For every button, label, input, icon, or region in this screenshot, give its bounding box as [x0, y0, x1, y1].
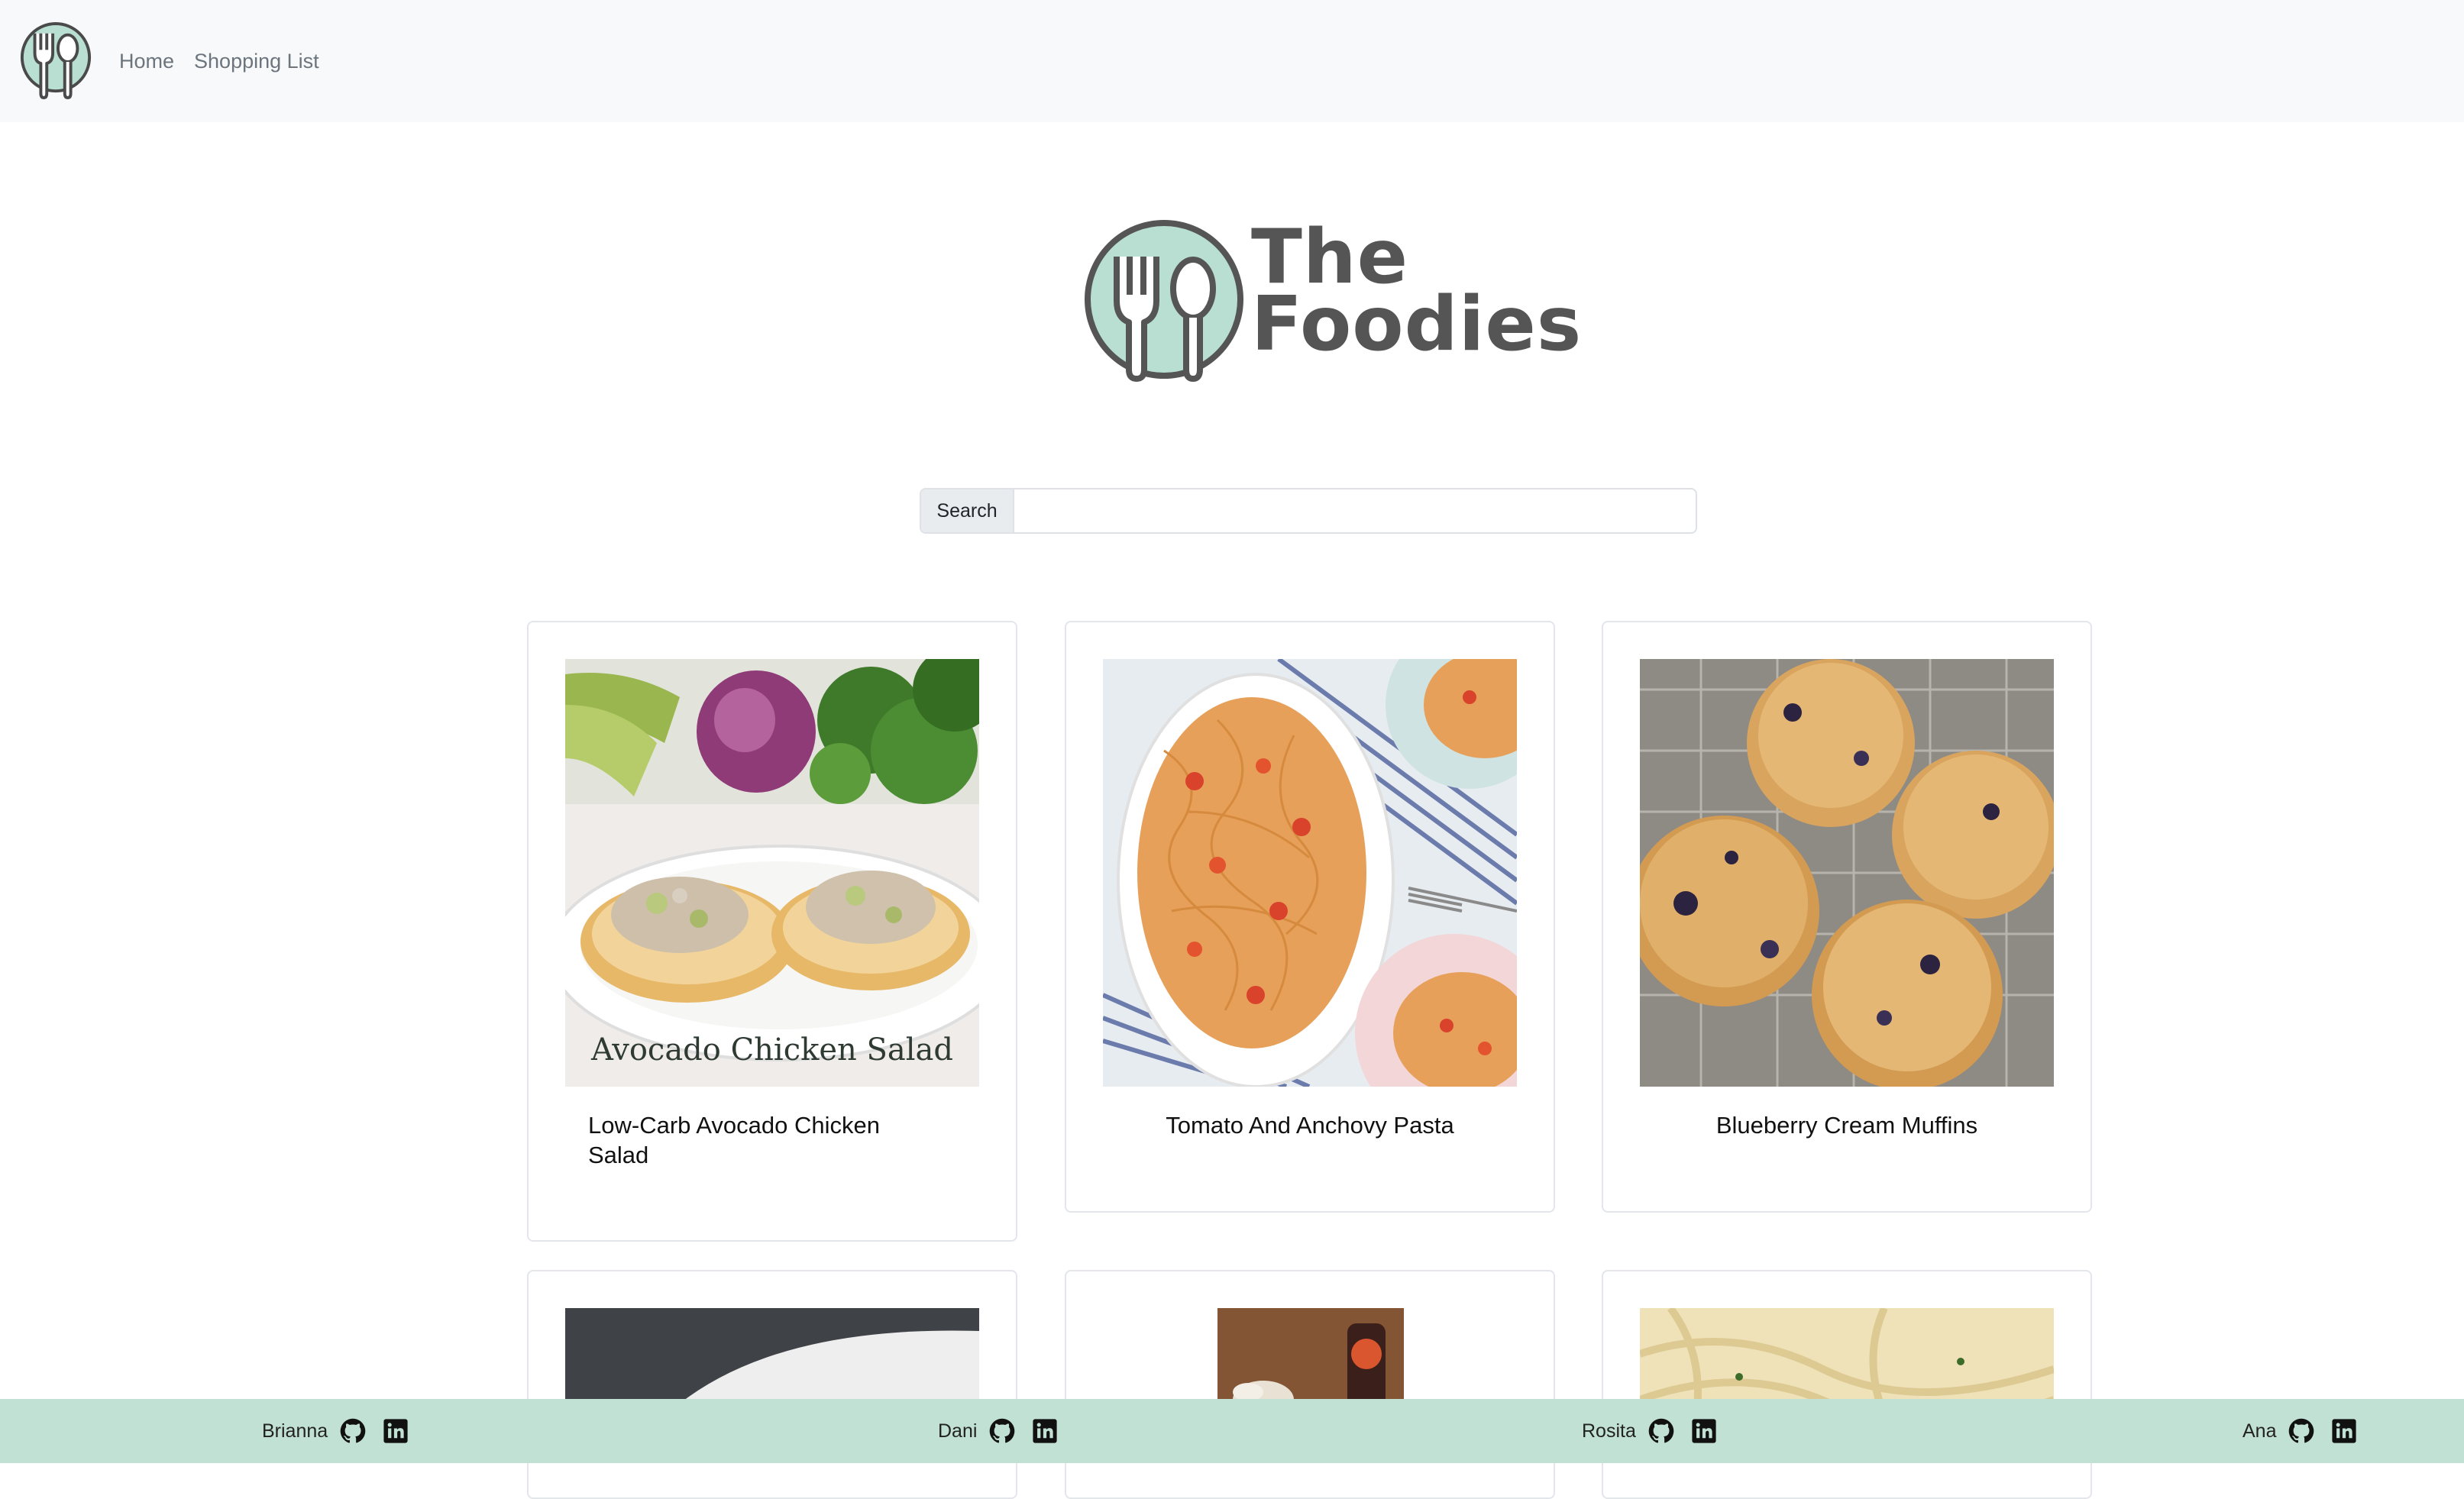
image-caption: Avocado Chicken Salad: [590, 1032, 953, 1068]
navbar: Home Shopping List: [0, 0, 2464, 122]
member-name: Rosita: [1582, 1420, 1636, 1442]
recipe-card[interactable]: Blueberry Cream Muffins: [1602, 621, 2092, 1213]
footer-member-dani: Dani: [938, 1399, 1058, 1463]
footer-member-ana: Ana: [2242, 1399, 2357, 1463]
recipe-title[interactable]: Tomato And Anchovy Pasta: [1066, 1111, 1554, 1141]
search-group: Search: [920, 488, 1697, 534]
fork-spoon-plate-icon: [1085, 220, 1243, 382]
linkedin-icon[interactable]: [1032, 1418, 1058, 1444]
linkedin-icon[interactable]: [383, 1418, 409, 1444]
recipe-image-tomato-anchovy-pasta[interactable]: [1103, 659, 1517, 1087]
footer-member-rosita: Rosita: [1582, 1399, 1717, 1463]
nav-link-shopping-list[interactable]: Shopping List: [194, 50, 319, 73]
nav-link-home[interactable]: Home: [119, 50, 174, 73]
github-icon[interactable]: [1648, 1418, 1674, 1444]
linkedin-icon[interactable]: [1691, 1418, 1717, 1444]
fork-spoon-plate-icon[interactable]: [18, 21, 93, 101]
github-icon[interactable]: [989, 1418, 1015, 1444]
linkedin-icon[interactable]: [2331, 1418, 2357, 1444]
member-name: Dani: [938, 1420, 978, 1442]
github-icon[interactable]: [340, 1418, 366, 1444]
recipe-card[interactable]: [1065, 1270, 1555, 1499]
footer: Brianna Dani Rosita Ana: [0, 1399, 2464, 1463]
brand-foodies: Foodies: [1251, 281, 1583, 368]
recipe-card[interactable]: Avocado Chicken Salad Low-Carb Avocado C…: [527, 621, 1017, 1242]
recipe-card[interactable]: [1602, 1270, 2092, 1499]
github-icon[interactable]: [2288, 1418, 2314, 1444]
recipe-title[interactable]: Low-Carb Avocado Chicken Salad: [588, 1111, 924, 1171]
recipe-image-avocado-chicken-salad[interactable]: Avocado Chicken Salad: [565, 659, 979, 1087]
recipe-card[interactable]: [527, 1270, 1017, 1499]
recipe-title[interactable]: Blueberry Cream Muffins: [1603, 1111, 2091, 1141]
search-label: Search: [921, 489, 1014, 532]
footer-member-brianna: Brianna: [262, 1399, 409, 1463]
recipe-image-blueberry-cream-muffins[interactable]: [1640, 659, 2054, 1087]
member-name: Ana: [2242, 1420, 2277, 1442]
recipe-card[interactable]: Tomato And Anchovy Pasta: [1065, 621, 1555, 1213]
hero-logo: The Foodies: [1085, 212, 1581, 388]
member-name: Brianna: [262, 1420, 328, 1442]
search-input[interactable]: [1014, 489, 1696, 532]
